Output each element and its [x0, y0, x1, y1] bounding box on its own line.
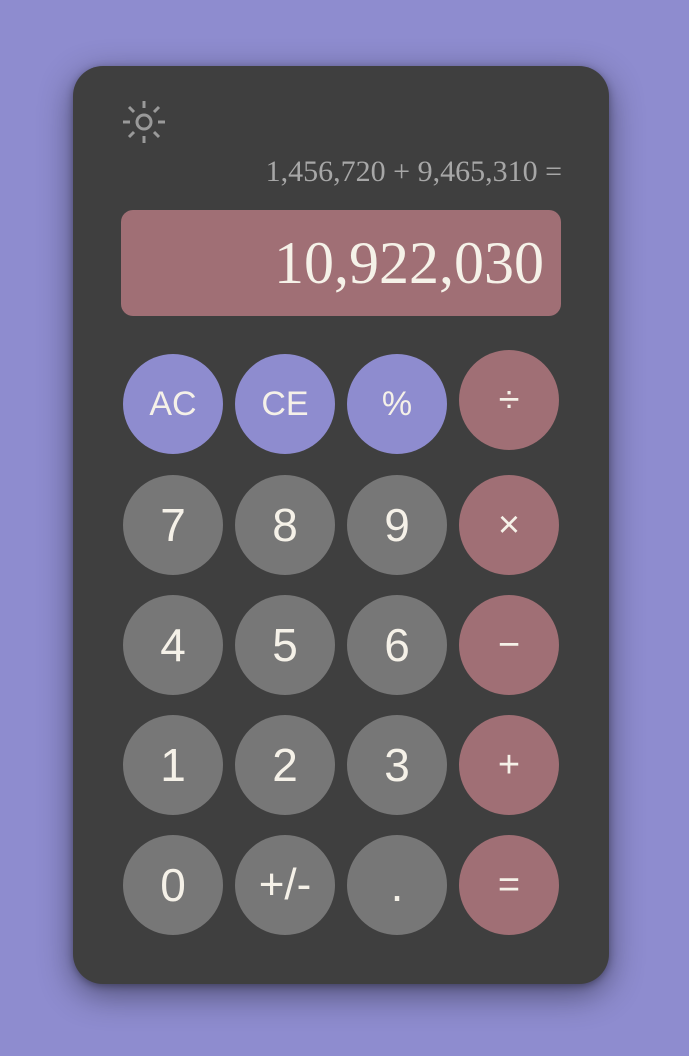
subtract-button[interactable]: −	[459, 595, 559, 695]
result-display: 10,922,030	[121, 210, 561, 316]
add-button[interactable]: +	[459, 715, 559, 815]
expression-text: 1,456,720 + 9,465,310 =	[265, 155, 562, 188]
sun-icon	[123, 101, 165, 143]
multiply-button[interactable]: ×	[459, 475, 559, 575]
digit-9-button[interactable]: 9	[347, 475, 447, 575]
decimal-button[interactable]: .	[347, 835, 447, 935]
theme-toggle-button[interactable]	[121, 99, 167, 145]
digit-2-button[interactable]: 2	[235, 715, 335, 815]
digit-3-button[interactable]: 3	[347, 715, 447, 815]
negate-button[interactable]: +/-	[235, 835, 335, 935]
clear-entry-button[interactable]: CE	[235, 354, 335, 454]
result-value: 10,922,030	[274, 230, 544, 296]
digit-4-button[interactable]: 4	[123, 595, 223, 695]
all-clear-button[interactable]: AC	[123, 354, 223, 454]
equals-button[interactable]: =	[459, 835, 559, 935]
digit-1-button[interactable]: 1	[123, 715, 223, 815]
digit-6-button[interactable]: 6	[347, 595, 447, 695]
percent-button[interactable]: %	[347, 354, 447, 454]
digit-0-button[interactable]: 0	[123, 835, 223, 935]
digit-7-button[interactable]: 7	[123, 475, 223, 575]
digit-5-button[interactable]: 5	[235, 595, 335, 695]
divide-button[interactable]: ÷	[459, 350, 559, 450]
digit-8-button[interactable]: 8	[235, 475, 335, 575]
calculator: 1,456,720 + 9,465,310 = 10,922,030 AC CE…	[73, 66, 609, 984]
